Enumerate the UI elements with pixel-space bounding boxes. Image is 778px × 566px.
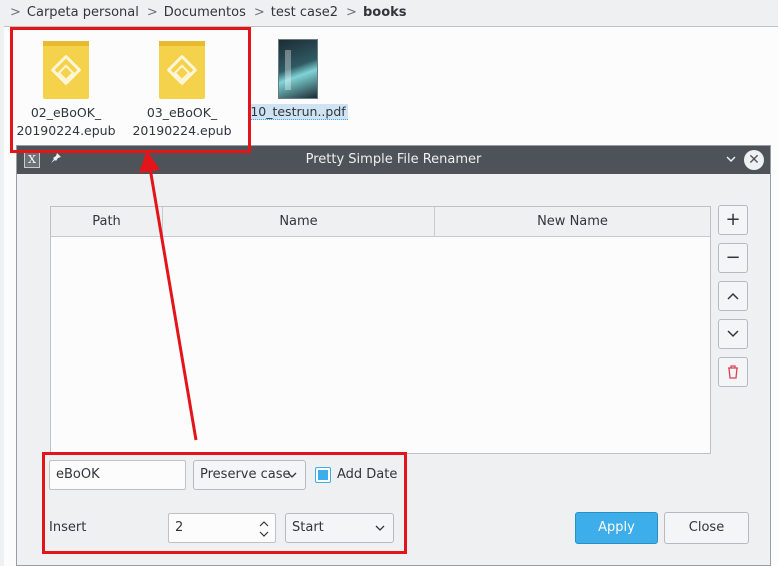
annotation-arrow: [139, 150, 198, 441]
screen: > Carpeta personal > Documentos > test c…: [0, 0, 778, 566]
